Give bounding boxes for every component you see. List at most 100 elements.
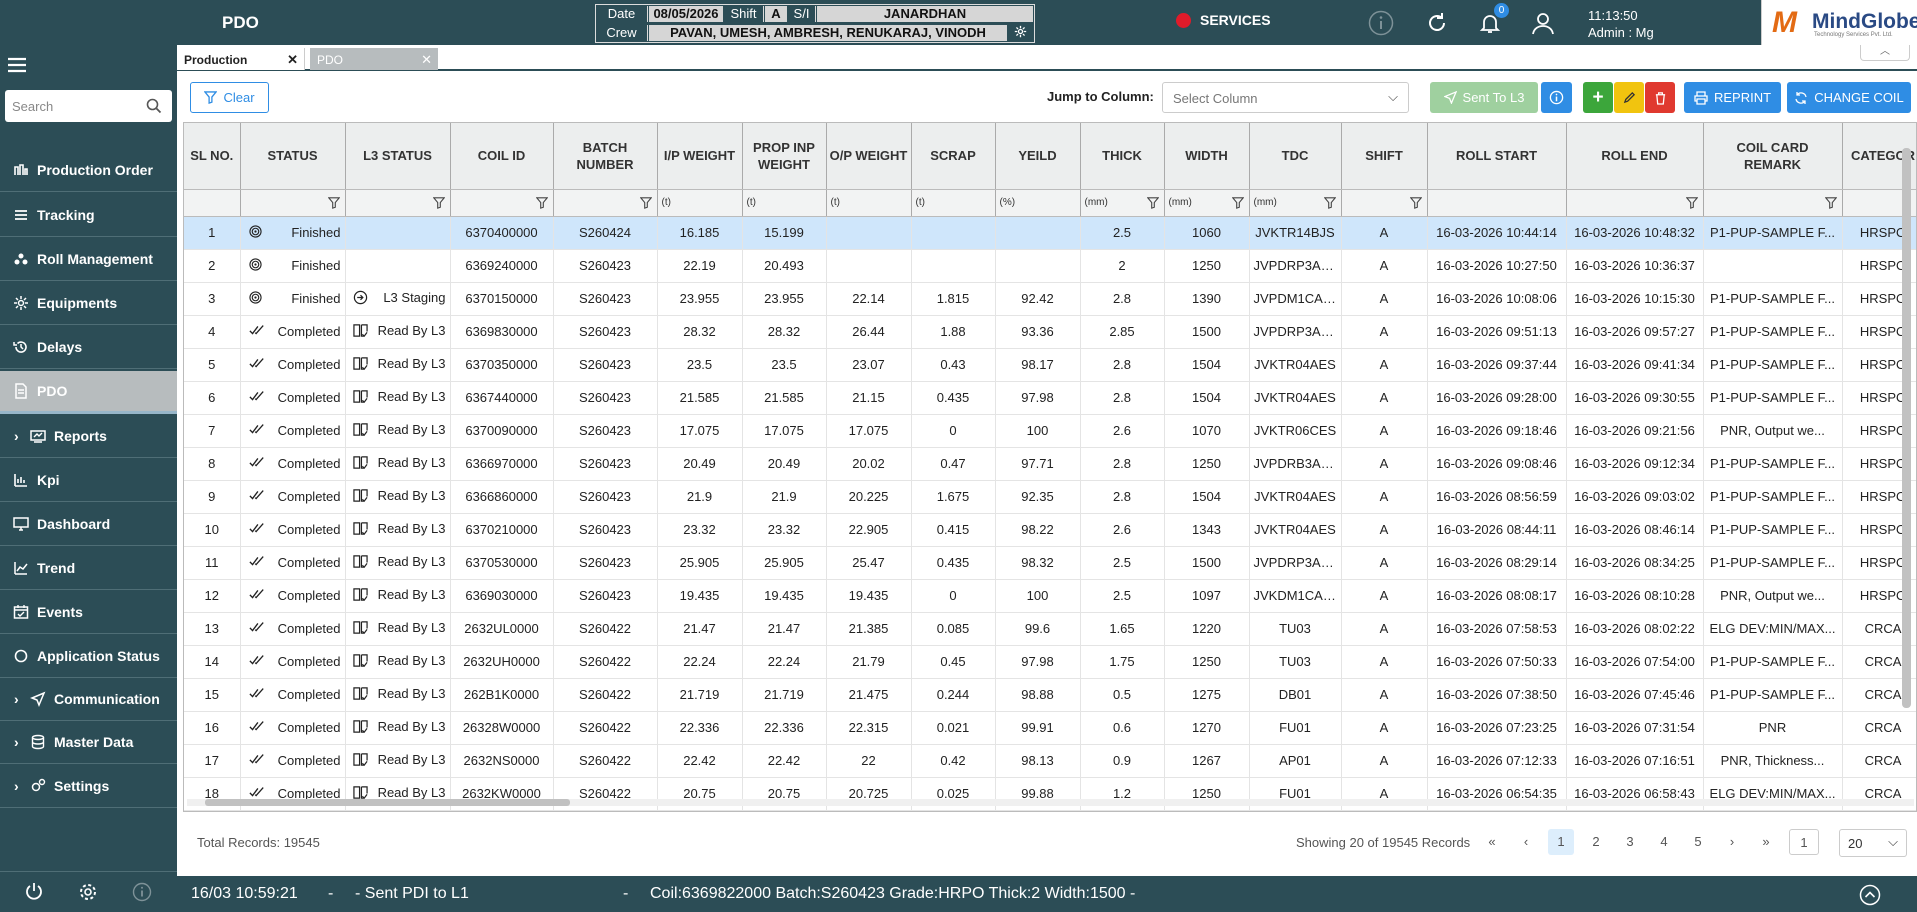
cell-scrap[interactable]: 1.88: [911, 315, 996, 349]
cell-sl-no[interactable]: 1: [184, 216, 241, 250]
cell-batch-number[interactable]: S260422: [553, 744, 658, 778]
settings-gear-icon[interactable]: [78, 882, 98, 905]
cell-l3-status[interactable]: Read By L3: [345, 513, 451, 547]
cell-scrap[interactable]: [911, 249, 996, 283]
cell-l3-status[interactable]: Read By L3: [345, 645, 451, 679]
filter-cell[interactable]: [1341, 189, 1428, 217]
cell-sl-no[interactable]: 12: [184, 579, 241, 613]
cell-tdc[interactable]: JVPDRP3AE0: [1249, 546, 1342, 580]
cell-l3-status[interactable]: L3 Staging: [345, 282, 451, 316]
cell-status[interactable]: Finished: [240, 249, 346, 283]
refresh-icon[interactable]: [1423, 9, 1451, 37]
table-row[interactable]: 12 Completed Read By L3 6369030000 S260423 19…: [184, 579, 1916, 613]
tab-production[interactable]: Production ✕: [177, 48, 305, 70]
filter-cell[interactable]: (%): [995, 189, 1081, 217]
cell-thick[interactable]: 2.8: [1080, 381, 1165, 415]
cell-sl-no[interactable]: 2: [184, 249, 241, 283]
sidebar-item-roll-management[interactable]: Roll Management: [0, 238, 177, 281]
cell-scrap[interactable]: 0.415: [911, 513, 996, 547]
services-indicator[interactable]: SERVICES: [1176, 12, 1271, 28]
info-icon[interactable]: [1367, 9, 1395, 37]
cell-yeild[interactable]: 100: [995, 414, 1081, 448]
column-header-o-p-weight[interactable]: O/P WEIGHT: [826, 123, 912, 190]
cell-roll-start[interactable]: 16-03-2026 07:50:33: [1427, 645, 1567, 679]
cell-roll-end[interactable]: 16-03-2026 09:12:34: [1566, 447, 1704, 481]
cell-thick[interactable]: 2: [1080, 249, 1165, 283]
filter-cell[interactable]: (t): [657, 189, 743, 217]
cell-coil-card-remark[interactable]: P1-PUP-SAMPLE F...: [1703, 381, 1843, 415]
cell-sl-no[interactable]: 14: [184, 645, 241, 679]
cell-yeild[interactable]: [995, 216, 1081, 250]
cell-sl-no[interactable]: 16: [184, 711, 241, 745]
cell-roll-start[interactable]: 16-03-2026 09:37:44: [1427, 348, 1567, 382]
cell-batch-number[interactable]: S260423: [553, 348, 658, 382]
power-icon[interactable]: [24, 882, 44, 905]
cell-batch-number[interactable]: S260423: [553, 513, 658, 547]
cell-coil-id[interactable]: 262B1K0000: [450, 678, 554, 712]
cell-status[interactable]: Completed: [240, 546, 346, 580]
cell-thick[interactable]: 2.8: [1080, 480, 1165, 514]
filter-icon[interactable]: [639, 196, 652, 215]
cell-status[interactable]: Completed: [240, 612, 346, 646]
cell-roll-start[interactable]: 16-03-2026 07:38:50: [1427, 678, 1567, 712]
column-header-batch-number[interactable]: BATCH NUMBER: [553, 123, 658, 190]
jump-column-select[interactable]: Select Column ⌵: [1162, 82, 1409, 113]
cell-o-p-weight[interactable]: 26.44: [826, 315, 912, 349]
cell-thick[interactable]: 2.5: [1080, 546, 1165, 580]
cell-prop-inp-weight[interactable]: 15.199: [742, 216, 827, 250]
cell-batch-number[interactable]: S260423: [553, 447, 658, 481]
cell-status[interactable]: Completed: [240, 711, 346, 745]
horizontal-scrollbar[interactable]: [187, 797, 1914, 808]
cell-scrap[interactable]: 0.435: [911, 381, 996, 415]
table-row[interactable]: 9 Completed Read By L3 6366860000 S260423 21.…: [184, 480, 1916, 514]
page-2[interactable]: 2: [1583, 829, 1609, 855]
cell-shift[interactable]: A: [1341, 381, 1428, 415]
cell-width[interactable]: 1270: [1164, 711, 1250, 745]
filter-icon[interactable]: [1146, 196, 1159, 215]
cell-batch-number[interactable]: S260423: [553, 480, 658, 514]
cell-thick[interactable]: 2.8: [1080, 447, 1165, 481]
cell-o-p-weight[interactable]: 22.905: [826, 513, 912, 547]
cell-l3-status[interactable]: Read By L3: [345, 348, 451, 382]
cell-yeild[interactable]: 98.13: [995, 744, 1081, 778]
cell-shift[interactable]: A: [1341, 348, 1428, 382]
cell-status[interactable]: Completed: [240, 678, 346, 712]
cell-batch-number[interactable]: S260424: [553, 216, 658, 250]
cell-status[interactable]: Completed: [240, 414, 346, 448]
cell-roll-end[interactable]: 16-03-2026 08:34:25: [1566, 546, 1704, 580]
cell-o-p-weight[interactable]: 21.79: [826, 645, 912, 679]
cell-thick[interactable]: 2.5: [1080, 579, 1165, 613]
cell-yeild[interactable]: 97.71: [995, 447, 1081, 481]
cell-width[interactable]: 1504: [1164, 480, 1250, 514]
cell-coil-id[interactable]: 6369240000: [450, 249, 554, 283]
cell-yeild[interactable]: 93.36: [995, 315, 1081, 349]
table-row[interactable]: 2 Finished 6369240000 S260423 22.19 20.493 2 12…: [184, 249, 1916, 283]
cell-shift[interactable]: A: [1341, 315, 1428, 349]
cell-roll-end[interactable]: 16-03-2026 10:15:30: [1566, 282, 1704, 316]
cell-tdc[interactable]: JVKTR14BJS: [1249, 216, 1342, 250]
cell-prop-inp-weight[interactable]: 21.47: [742, 612, 827, 646]
page-size-select[interactable]: 20 ⌵: [1839, 829, 1907, 857]
chevron-right-icon[interactable]: ›: [14, 691, 19, 707]
column-header-width[interactable]: WIDTH: [1164, 123, 1250, 190]
table-row[interactable]: 11 Completed Read By L3 6370530000 S260423 25…: [184, 546, 1916, 580]
next-page-button[interactable]: ›: [1719, 829, 1745, 855]
vertical-scroll-thumb[interactable]: [1902, 148, 1911, 708]
filter-icon[interactable]: [432, 196, 445, 215]
cell-scrap[interactable]: 0.435: [911, 546, 996, 580]
filter-cell[interactable]: (t): [826, 189, 912, 217]
cell-width[interactable]: 1504: [1164, 381, 1250, 415]
filter-cell[interactable]: [1427, 189, 1567, 217]
cell-i-p-weight[interactable]: 17.075: [657, 414, 743, 448]
info-button[interactable]: [1541, 82, 1572, 113]
cell-batch-number[interactable]: S260423: [553, 546, 658, 580]
cell-roll-start[interactable]: 16-03-2026 09:28:00: [1427, 381, 1567, 415]
cell-coil-card-remark[interactable]: PNR, Thickness...: [1703, 744, 1843, 778]
cell-coil-id[interactable]: 6370350000: [450, 348, 554, 382]
cell-yeild[interactable]: 100: [995, 579, 1081, 613]
cell-coil-id[interactable]: 6370150000: [450, 282, 554, 316]
cell-status[interactable]: Completed: [240, 579, 346, 613]
cell-roll-end[interactable]: 16-03-2026 09:30:55: [1566, 381, 1704, 415]
filter-cell[interactable]: (mm): [1080, 189, 1165, 217]
cell-i-p-weight[interactable]: 21.47: [657, 612, 743, 646]
